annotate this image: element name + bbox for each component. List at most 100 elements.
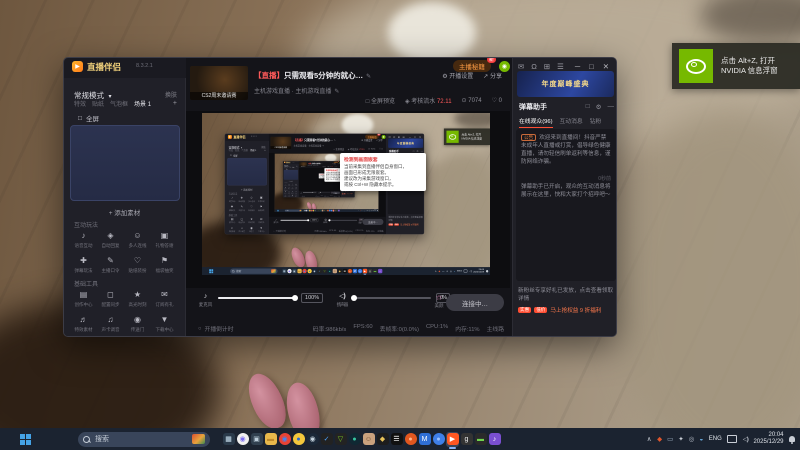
search-input[interactable]: 搜索 — [78, 431, 210, 447]
live-preview[interactable]: 点击 Alt+Z, 打开 NVIDIA 信息浮窗 ▶ 直播伴侣 8.3.2.1 … — [186, 111, 510, 288]
taskbar-chrome[interactable]: ◉ — [278, 432, 291, 447]
danmaku-tab[interactable]: 在线观众(96) — [519, 116, 553, 128]
anchor-tips-button[interactable]: 主播秘籍 新 — [452, 58, 496, 72]
maximize-button[interactable]: □ — [589, 62, 594, 71]
taskbar-steam[interactable]: ◉ — [306, 432, 319, 447]
tray-ring-icon[interactable]: ◎ — [689, 435, 695, 443]
score-stat: ◈ 考核流水 72.11 — [405, 99, 452, 105]
event-banner[interactable]: 年度巅峰盛典 — [517, 71, 614, 97]
sidebar-tool-创作中心[interactable]: ▤ 创作中心 — [70, 289, 97, 313]
mic-volume-slider[interactable] — [218, 295, 299, 301]
add-material-button[interactable]: + 添加素材 — [64, 207, 185, 217]
nvidia-titlebar-icon[interactable]: ◉ — [498, 60, 510, 72]
sidebar-tool-弹幕玩法[interactable]: ✚ 弹幕玩法 — [70, 255, 97, 279]
taskbar-file-explorer[interactable]: ▬ — [264, 432, 277, 447]
sidebar-tool-礼物答谢[interactable]: ▣ 礼物答谢 — [151, 230, 178, 254]
notification-bell-icon[interactable] — [789, 436, 795, 444]
sidebar-tab[interactable]: 贴纸 — [92, 99, 104, 108]
edit-category-icon[interactable]: ✎ — [334, 89, 339, 95]
sidebar-tool-声卡调音[interactable]: ♫ 声卡调音 — [97, 314, 124, 336]
sidebar-tool-福袋抽奖[interactable]: ⚑ 福袋抽奖 — [151, 255, 178, 279]
clock[interactable]: 20:04 2025/12/29 — [753, 432, 783, 446]
taskbar-photo-app[interactable]: ☺ — [362, 432, 375, 447]
photo-app-icon: ☺ — [362, 433, 375, 445]
scene-tab-active[interactable]: 场景 1 — [134, 99, 151, 108]
taskbar-purple-app[interactable]: ♪ — [488, 432, 501, 447]
popout-icon[interactable]: □ — [586, 103, 590, 111]
status-item: CPU:1% — [425, 324, 449, 330]
sidebar-tool-特效素材[interactable]: ♬ 特效素材 — [70, 314, 97, 336]
sidebar-tool-下载中心[interactable]: ▼ 下载中心 — [151, 314, 178, 336]
sidebar-tool-订阅有礼[interactable]: ✉ 订阅有礼 — [151, 289, 178, 313]
collapse-icon[interactable]: — — [608, 103, 615, 111]
taskbar-teal-app[interactable]: ● — [348, 432, 361, 447]
fullscreen-preview-button[interactable]: □ 全屏预览 — [366, 96, 395, 105]
taskbar-stripes-app[interactable]: ☰ — [390, 432, 403, 447]
taskbar-sphere-app[interactable]: ● — [432, 432, 445, 447]
sidebar-tab[interactable]: 气泡框 — [110, 99, 128, 108]
app-version: 8.3.2.1 — [136, 63, 153, 69]
beauty-button[interactable]: ☆ 美颜 — [434, 293, 444, 309]
scene-list-panel[interactable] — [70, 125, 180, 201]
speaker-icon[interactable]: ◁) — [336, 293, 348, 301]
settings-gear-icon[interactable]: ⚙ — [596, 103, 602, 111]
support-headset-icon[interactable]: Ω — [531, 62, 537, 71]
tool-label: 贴纸装扮 — [128, 268, 147, 274]
fullscreen-source-item[interactable]: □ 全屏 — [78, 113, 99, 124]
danmaku-tab[interactable]: 钻粉 — [590, 116, 602, 128]
apps-grid-icon[interactable]: ⊞ — [544, 62, 550, 71]
taskbar-gold-diamond-app[interactable]: ◆ — [376, 432, 389, 447]
sidebar-tool-主播口令[interactable]: ✎ 主播口令 — [97, 255, 124, 279]
taskbar-copilot[interactable]: ◉ — [236, 432, 249, 447]
microphone-icon[interactable]: ♪ — [198, 293, 213, 301]
start-live-button[interactable]: 连接中… — [446, 294, 504, 311]
taskbar-widgets[interactable]: ▣ — [250, 432, 263, 447]
taskbar-check-app[interactable]: ✓ — [320, 432, 333, 447]
edit-title-icon[interactable]: ✎ — [366, 74, 371, 80]
sidebar-tab[interactable]: 特效 — [74, 99, 86, 108]
skin-button[interactable]: 换肤 — [165, 90, 177, 99]
tray-red-icon[interactable]: ◆ — [657, 435, 662, 443]
taskbar-yellow-app[interactable]: ● — [292, 432, 305, 447]
add-scene-button[interactable]: + — [173, 100, 177, 107]
sidebar-tool-配置同步[interactable]: ◻ 配置同步 — [97, 289, 124, 313]
taskbar-g-app[interactable]: g — [460, 432, 473, 447]
sidebar-tool-语音互动[interactable]: ♪ 语音互动 — [70, 230, 97, 254]
chat-message-list[interactable]: 公告 欢迎来到直播间！抖音严禁未成年人直播或打赏，倡导绿色健康直播，请勿轻信刷单返… — [516, 129, 616, 281]
tool-label: 下载中心 — [155, 327, 174, 333]
sidebar-tool-自动回复[interactable]: ◈ 自动回复 — [97, 230, 124, 254]
sidebar-tool-贴纸装扮[interactable]: ♡ 贴纸装扮 — [124, 255, 151, 279]
sidebar-tool-多人连线[interactable]: ☺ 多人连线 — [124, 230, 151, 254]
promo-block[interactable]: 新粉丝专享好礼已发放，点击查看领取详情 实惠 低价 马上抢权益 9 折福利 — [516, 285, 616, 333]
taskbar-m-app[interactable]: M — [418, 432, 431, 447]
tray-chevron-icon[interactable]: ∧ — [647, 435, 652, 443]
message-icon[interactable]: ✉ — [518, 62, 524, 71]
sidebar-tool-传送门[interactable]: ◉ 传送门 — [124, 314, 151, 336]
status-item: FPS:60 — [353, 324, 373, 330]
minimize-button[interactable]: ─ — [575, 62, 580, 71]
section-title: 互动玩法 — [74, 223, 99, 229]
tray-dot-icon[interactable]: ✦ — [678, 435, 683, 443]
taskbar-live-companion[interactable]: ▶ — [446, 431, 459, 449]
countdown-toggle[interactable]: ○ 开播倒计时 — [198, 324, 234, 334]
taskbar-triangle-app[interactable]: ▽ — [334, 432, 347, 447]
nvidia-notification[interactable]: 点击 Alt+Z, 打开 NVIDIA 信息浮窗 — [672, 43, 800, 89]
fullscreen-icon: □ — [78, 114, 82, 122]
language-indicator[interactable]: ENG — [709, 436, 722, 442]
viewer-stat: ⊙ 7074 — [461, 98, 482, 104]
tool-icon: ♪ — [81, 231, 86, 240]
tray-mic-icon[interactable]: ◒ — [699, 436, 703, 443]
taskbar-green-card-app[interactable]: ▬ — [474, 432, 487, 447]
speaker-volume-slider[interactable] — [351, 295, 432, 301]
danmaku-tab[interactable]: 互动消息 — [560, 116, 583, 128]
menu-icon[interactable]: ☰ — [557, 62, 564, 71]
sidebar-tool-高光时刻[interactable]: ★ 高光时刻 — [124, 289, 151, 313]
start-button[interactable] — [20, 434, 31, 445]
taskbar-orange-app[interactable]: ● — [404, 432, 417, 447]
tray-pill-icon[interactable]: ▭ — [667, 435, 673, 443]
tool-icon: ▤ — [79, 290, 88, 299]
display-icon[interactable] — [727, 435, 738, 443]
taskbar-task-view[interactable]: ▦ — [222, 432, 235, 447]
volume-icon[interactable]: ◁) — [743, 435, 749, 443]
close-button[interactable]: ✕ — [603, 62, 609, 71]
